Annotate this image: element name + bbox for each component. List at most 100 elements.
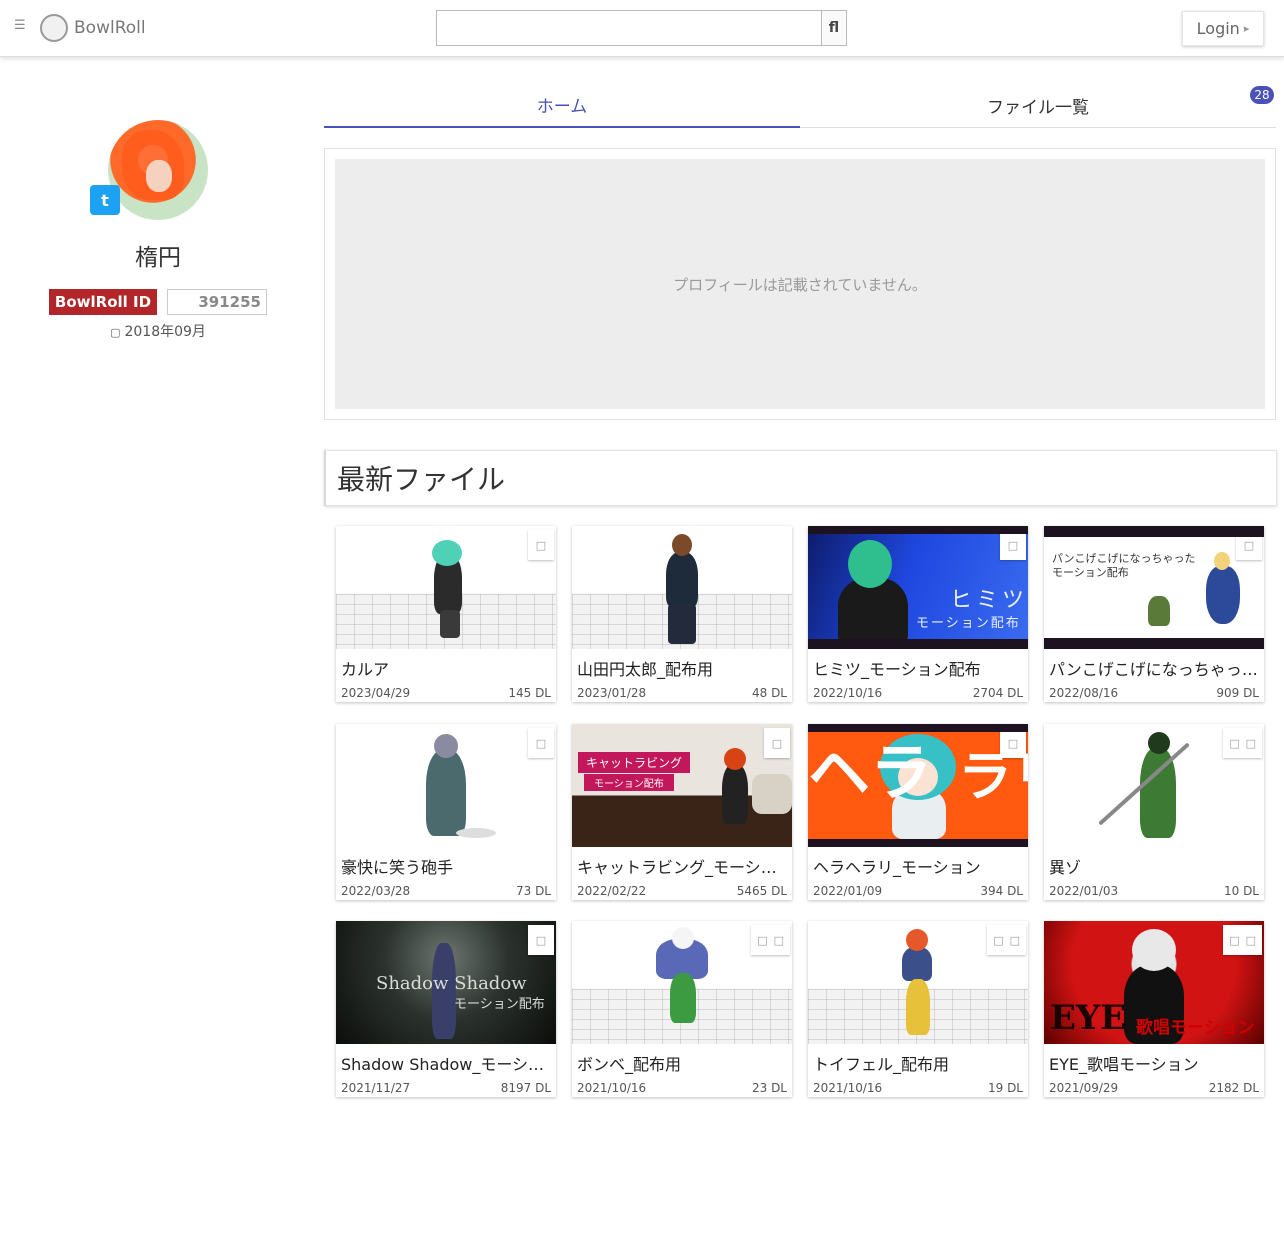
login-button[interactable]: Login ▸ bbox=[1182, 11, 1264, 46]
file-card[interactable]: パンこげこげになっちゃった モーション配布 □ パンこげこげになっちゃったモーシ… bbox=[1044, 526, 1264, 702]
tab-home[interactable]: ホーム bbox=[324, 82, 800, 128]
file-thumbnail[interactable]: キャットラビング モーション配布 bbox=[572, 724, 792, 847]
file-action-buttons[interactable]: □ □ bbox=[751, 925, 790, 955]
file-title[interactable]: パンこげこげになっちゃったモーション配布 bbox=[1049, 656, 1261, 680]
file-thumbnail[interactable] bbox=[336, 724, 556, 847]
bookmark-icon[interactable]: □ bbox=[772, 737, 782, 750]
file-title[interactable]: ヒミツ_モーション配布 bbox=[813, 656, 1025, 680]
file-thumbnail[interactable]: ヘラ ラリ bbox=[808, 724, 1028, 847]
thumbnail-caption: EYE bbox=[1050, 998, 1127, 1038]
bowlroll-id-value: 391255 bbox=[167, 289, 267, 315]
file-card[interactable]: 山田円太郎_配布用 2023/01/28 48 DL bbox=[572, 526, 792, 702]
bookmark-icon[interactable]: □ bbox=[536, 934, 546, 947]
join-date-text: 2018年09月 bbox=[124, 324, 206, 340]
thumbnail-subcaption: モーション配布 bbox=[584, 774, 674, 791]
file-download-count: 909 DL bbox=[1216, 686, 1259, 700]
file-thumbnail[interactable] bbox=[572, 526, 792, 649]
favorite-icon[interactable]: □ bbox=[1246, 934, 1256, 947]
site-logo[interactable]: BowlRoll bbox=[40, 12, 146, 44]
file-title[interactable]: ボンベ_配布用 bbox=[577, 1051, 789, 1075]
bookmark-icon[interactable]: □ bbox=[1229, 737, 1239, 750]
profile-description-box: プロフィールは記載されていません。 bbox=[324, 148, 1276, 420]
file-action-buttons[interactable]: □ bbox=[528, 530, 554, 560]
file-thumbnail[interactable]: パンこげこげになっちゃった モーション配布 bbox=[1044, 526, 1264, 649]
file-download-count: 2182 DL bbox=[1208, 1081, 1259, 1095]
bookmark-icon[interactable]: □ bbox=[536, 737, 546, 750]
thumbnail-caption: キャットラビング bbox=[578, 752, 691, 773]
avatar-face bbox=[146, 160, 172, 192]
file-title[interactable]: キャットラビング_モーション配布 bbox=[577, 854, 789, 878]
file-title[interactable]: トイフェル_配布用 bbox=[813, 1051, 1025, 1075]
file-title[interactable]: 豪快に笑う砲手 bbox=[341, 854, 553, 878]
join-date: ▢ 2018年09月 bbox=[0, 321, 316, 341]
thumbnail-caption: Shadow Shadow bbox=[376, 973, 527, 994]
file-card[interactable]: ヘラ ラリ □ ヘラヘラリ_モーション 2022/01/09 394 DL bbox=[808, 724, 1028, 900]
bookmark-icon[interactable]: □ bbox=[1008, 539, 1018, 552]
file-date: 2023/01/28 bbox=[577, 686, 647, 700]
file-thumbnail[interactable]: ヒミツ モーション配布 bbox=[808, 526, 1028, 649]
file-title[interactable]: Shadow Shadow_モーション配布 bbox=[341, 1051, 553, 1075]
file-date: 2021/09/29 bbox=[1049, 1081, 1119, 1095]
file-date: 2022/02/22 bbox=[577, 884, 647, 898]
bookmark-icon[interactable]: □ bbox=[993, 934, 1003, 947]
file-download-count: 394 DL bbox=[980, 884, 1023, 898]
calendar-icon: ▢ bbox=[110, 326, 121, 339]
file-action-buttons[interactable]: □ bbox=[528, 925, 554, 955]
thumbnail-subcaption: モーション配布 bbox=[1052, 566, 1129, 579]
file-thumbnail[interactable] bbox=[336, 526, 556, 649]
file-date: 2022/08/16 bbox=[1049, 686, 1119, 700]
file-date: 2021/10/16 bbox=[577, 1081, 647, 1095]
file-card[interactable]: □ □ 異ゾ 2022/01/03 10 DL bbox=[1044, 724, 1264, 900]
favorite-icon[interactable]: □ bbox=[1246, 737, 1256, 750]
favorite-icon[interactable]: □ bbox=[774, 934, 784, 947]
favorite-icon[interactable]: □ bbox=[1010, 934, 1020, 947]
file-card[interactable]: □ カルア 2023/04/29 145 DL bbox=[336, 526, 556, 702]
file-date: 2023/04/29 bbox=[341, 686, 411, 700]
file-download-count: 2704 DL bbox=[972, 686, 1023, 700]
bowlroll-id-row: BowlRoll ID 391255 bbox=[49, 289, 267, 315]
file-download-count: 48 DL bbox=[751, 686, 787, 700]
file-action-buttons[interactable]: □ □ bbox=[1223, 925, 1262, 955]
menu-icon[interactable]: ☰ bbox=[14, 18, 32, 38]
file-card[interactable]: □ □ ボンベ_配布用 2021/10/16 23 DL bbox=[572, 921, 792, 1097]
file-count-badge: 28 bbox=[1250, 86, 1274, 104]
twitter-icon[interactable]: t bbox=[90, 185, 120, 215]
tab-file-list[interactable]: ファイル一覧 bbox=[800, 82, 1276, 128]
file-action-buttons[interactable]: □ □ bbox=[987, 925, 1026, 955]
login-icon: ▸ bbox=[1243, 22, 1250, 35]
file-card[interactable]: □ 豪快に笑う砲手 2022/03/28 73 DL bbox=[336, 724, 556, 900]
file-title[interactable]: ヘラヘラリ_モーション bbox=[813, 854, 1025, 878]
file-download-count: 19 DL bbox=[987, 1081, 1023, 1095]
file-card[interactable]: キャットラビング モーション配布 □ キャットラビング_モーション配布 2022… bbox=[572, 724, 792, 900]
bookmark-icon[interactable]: □ bbox=[536, 539, 546, 552]
thumbnail-caption: ヘラ bbox=[808, 736, 933, 809]
file-action-buttons[interactable]: □ bbox=[1000, 530, 1026, 560]
file-card[interactable]: EYE 歌唱モーション □ □ EYE_歌唱モーション 2021/09/29 21… bbox=[1044, 921, 1264, 1097]
file-date: 2022/01/03 bbox=[1049, 884, 1119, 898]
file-download-count: 5465 DL bbox=[736, 884, 787, 898]
file-action-buttons[interactable]: □ bbox=[764, 728, 790, 758]
thumbnail-caption: ヒミツ bbox=[950, 588, 1028, 613]
file-title[interactable]: EYE_歌唱モーション bbox=[1049, 1051, 1261, 1075]
file-card[interactable]: □ □ トイフェル_配布用 2021/10/16 19 DL bbox=[808, 921, 1028, 1097]
file-thumbnail[interactable]: Shadow Shadow モーション配布 bbox=[336, 921, 556, 1044]
login-label: Login bbox=[1196, 19, 1240, 38]
file-title[interactable]: 異ゾ bbox=[1049, 854, 1261, 878]
bookmark-icon[interactable]: □ bbox=[1229, 934, 1239, 947]
bookmark-icon[interactable]: □ bbox=[1244, 539, 1254, 552]
file-title[interactable]: 山田円太郎_配布用 bbox=[577, 656, 789, 680]
profile-name: 楕円 bbox=[135, 245, 181, 271]
thumbnail-subcaption: モーション配布 bbox=[454, 997, 545, 1012]
logo-text: BowlRoll bbox=[74, 18, 146, 38]
bookmark-icon[interactable]: □ bbox=[757, 934, 767, 947]
file-title[interactable]: カルア bbox=[341, 656, 553, 680]
file-action-buttons[interactable]: □ bbox=[528, 728, 554, 758]
file-card[interactable]: Shadow Shadow モーション配布 □ Shadow Shadow_モー… bbox=[336, 921, 556, 1097]
file-date: 2022/01/09 bbox=[813, 884, 883, 898]
search-button[interactable]: fl bbox=[821, 10, 847, 46]
file-action-buttons[interactable]: □ □ bbox=[1223, 728, 1262, 758]
avatar bbox=[108, 120, 208, 220]
search-input[interactable] bbox=[436, 10, 821, 46]
thumbnail-subcaption: ラリ bbox=[958, 745, 1028, 808]
file-card[interactable]: ヒミツ モーション配布 □ ヒミツ_モーション配布 2022/10/16 270… bbox=[808, 526, 1028, 702]
